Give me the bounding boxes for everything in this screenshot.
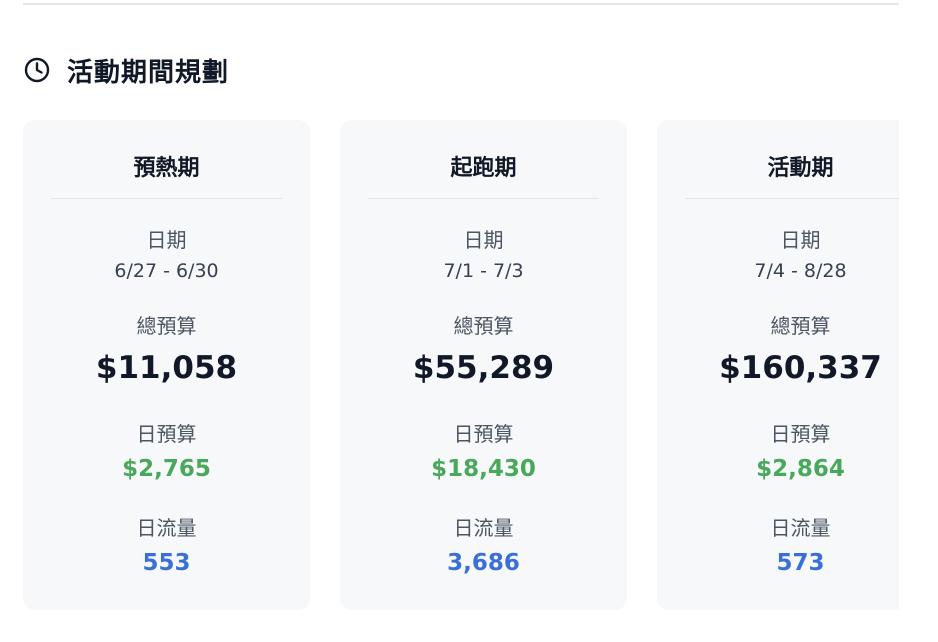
daily-traffic-label: 日流量 bbox=[453, 516, 514, 540]
date-label: 日期 bbox=[780, 228, 821, 252]
total-budget-label: 總預算 bbox=[770, 314, 831, 338]
phase-title: 起跑期 bbox=[450, 156, 517, 181]
phase-card-campaign: 活動期 日期 7/4 - 8/28 總預算 $160,337 日預算 $2,86… bbox=[657, 120, 899, 610]
daily-traffic-value: 3,686 bbox=[447, 550, 520, 576]
total-budget-label: 總預算 bbox=[136, 314, 197, 338]
phase-cards-scroll-area[interactable]: 預熱期 日期 6/27 - 6/30 總預算 $11,058 日預算 $2,76… bbox=[23, 120, 899, 610]
date-range: 6/27 - 6/30 bbox=[114, 260, 219, 282]
date-label: 日期 bbox=[463, 228, 504, 252]
daily-traffic-label: 日流量 bbox=[136, 516, 197, 540]
daily-traffic-value: 553 bbox=[142, 550, 191, 576]
phase-card-preheat: 預熱期 日期 6/27 - 6/30 總預算 $11,058 日預算 $2,76… bbox=[23, 120, 310, 610]
daily-traffic-label: 日流量 bbox=[770, 516, 831, 540]
phase-title: 活動期 bbox=[767, 156, 834, 181]
date-label: 日期 bbox=[146, 228, 187, 252]
date-range: 7/4 - 8/28 bbox=[754, 260, 847, 282]
top-divider bbox=[23, 3, 899, 5]
phase-title: 預熱期 bbox=[133, 156, 200, 181]
daily-budget-value: $18,430 bbox=[431, 456, 536, 482]
total-budget-value: $11,058 bbox=[95, 350, 238, 386]
daily-budget-label: 日預算 bbox=[770, 422, 831, 446]
section-header: 活動期間規劃 bbox=[23, 50, 229, 90]
phase-cards-row: 預熱期 日期 6/27 - 6/30 總預算 $11,058 日預算 $2,76… bbox=[23, 120, 899, 610]
phase-card-launch: 起跑期 日期 7/1 - 7/3 總預算 $55,289 日預算 $18,430… bbox=[340, 120, 627, 610]
card-divider bbox=[368, 198, 599, 199]
clock-icon bbox=[23, 56, 51, 84]
daily-traffic-value: 573 bbox=[776, 550, 825, 576]
daily-budget-value: $2,765 bbox=[122, 456, 211, 482]
daily-budget-label: 日預算 bbox=[453, 422, 514, 446]
total-budget-value: $160,337 bbox=[719, 350, 882, 386]
card-divider bbox=[51, 198, 282, 199]
section-title: 活動期間規劃 bbox=[67, 57, 230, 88]
daily-budget-label: 日預算 bbox=[136, 422, 197, 446]
total-budget-value: $55,289 bbox=[412, 350, 555, 386]
total-budget-label: 總預算 bbox=[453, 314, 514, 338]
date-range: 7/1 - 7/3 bbox=[443, 260, 524, 282]
card-divider bbox=[685, 198, 899, 199]
daily-budget-value: $2,864 bbox=[756, 456, 845, 482]
